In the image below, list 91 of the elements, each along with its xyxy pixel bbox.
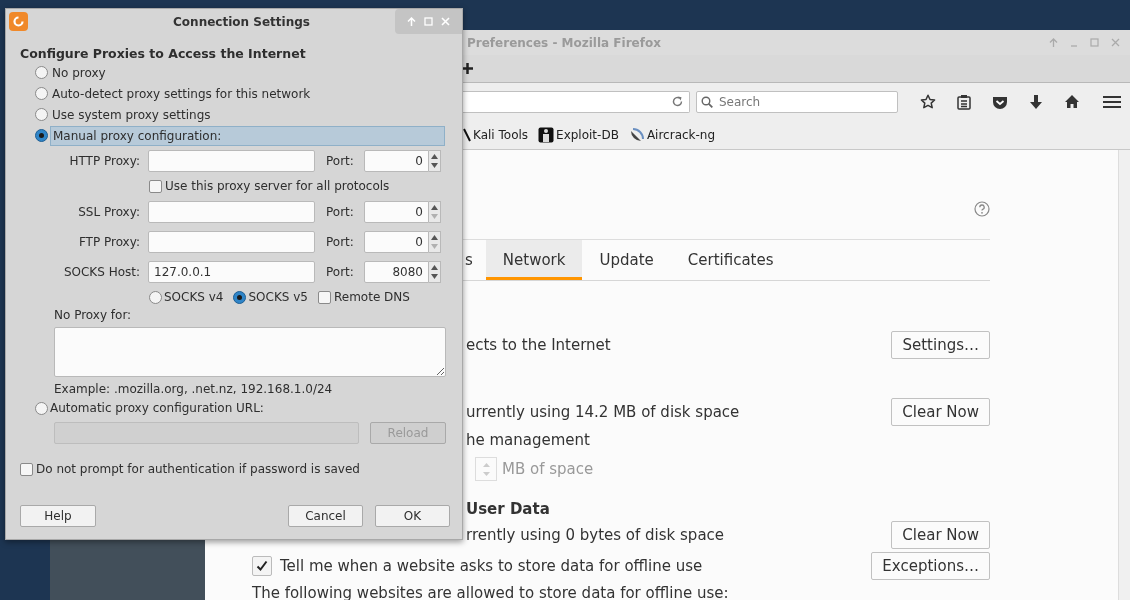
reload-icon bbox=[672, 96, 683, 107]
port-field[interactable]: 0 bbox=[364, 201, 429, 223]
unit-label: MB of space bbox=[502, 458, 594, 480]
action-button[interactable]: Clear Now bbox=[891, 521, 990, 549]
field-label: Port: bbox=[326, 264, 355, 281]
description-text: urrently using 14.2 MB of disk space bbox=[466, 401, 740, 423]
down-arrow-icon bbox=[482, 471, 490, 477]
description-text: he management bbox=[466, 429, 590, 451]
field-label: No Proxy for: bbox=[54, 307, 132, 324]
action-button[interactable]: Exceptions… bbox=[871, 552, 990, 580]
raise-icon[interactable] bbox=[1049, 38, 1058, 47]
checkbox-label: Do not prompt for authentication if password is saved bbox=[36, 461, 360, 478]
radio-button[interactable] bbox=[149, 290, 162, 304]
checkbox-label: Remote DNS bbox=[333, 289, 410, 306]
checkbox-label: Use this proxy server for all protocols bbox=[165, 178, 390, 195]
field-label: FTP Proxy: bbox=[77, 234, 140, 251]
action-button[interactable]: Clear Now bbox=[891, 398, 990, 426]
plus-icon[interactable] bbox=[462, 63, 473, 74]
checkbox[interactable] bbox=[317, 290, 331, 304]
description-text: rrently using 0 bytes of disk space bbox=[466, 524, 725, 546]
field-label: Port: bbox=[326, 204, 355, 221]
close-icon[interactable] bbox=[1111, 38, 1120, 47]
up-arrow-icon[interactable] bbox=[431, 235, 438, 240]
port-field[interactable]: 0 bbox=[364, 231, 429, 253]
field-label: SOCKS Host: bbox=[62, 264, 140, 281]
app-icon bbox=[9, 12, 28, 31]
download-icon[interactable] bbox=[1029, 93, 1043, 110]
home-icon[interactable] bbox=[1064, 94, 1080, 109]
maximize-icon[interactable] bbox=[1090, 38, 1099, 47]
up-arrow-icon[interactable] bbox=[431, 154, 438, 159]
check-icon bbox=[256, 560, 268, 572]
window-title: Connection Settings bbox=[172, 13, 310, 31]
star-icon[interactable] bbox=[920, 93, 936, 110]
radio-label: No proxy bbox=[51, 64, 107, 82]
checkbox[interactable] bbox=[149, 179, 162, 193]
port-field[interactable]: 0 bbox=[364, 150, 429, 172]
description-text: The following websites are allowed to store data for offline use: bbox=[252, 582, 729, 600]
scrollbar[interactable] bbox=[1118, 150, 1130, 600]
bookmark-link[interactable]: Exploit-DB bbox=[538, 125, 619, 144]
section-heading: Configure Proxies to Access the Internet bbox=[20, 46, 307, 62]
bookmark-favicon-icon bbox=[538, 126, 555, 143]
radio-button[interactable] bbox=[35, 87, 48, 100]
radio-label: SOCKS v4 bbox=[164, 289, 224, 306]
shield-icon[interactable] bbox=[992, 94, 1008, 109]
action-button[interactable]: Settings… bbox=[891, 331, 990, 359]
preference-tab[interactable]: s bbox=[465, 240, 486, 280]
dialog-button[interactable]: OK bbox=[375, 505, 450, 527]
radio-button[interactable] bbox=[35, 66, 48, 79]
text-field[interactable] bbox=[148, 231, 315, 253]
up-arrow-icon[interactable] bbox=[431, 265, 438, 270]
dialog-button[interactable]: Cancel bbox=[288, 505, 363, 527]
radio-button[interactable] bbox=[233, 290, 247, 304]
help-icon[interactable] bbox=[974, 201, 990, 217]
radio-label: SOCKS v5 bbox=[248, 289, 308, 306]
description-text: ects to the Internet bbox=[466, 334, 611, 356]
field-label: HTTP Proxy: bbox=[68, 153, 140, 170]
port-field[interactable]: 8080 bbox=[364, 261, 429, 283]
up-arrow-icon bbox=[482, 461, 490, 467]
checkbox-label: Tell me when a website asks to store data for offline use bbox=[280, 555, 703, 577]
menu-icon[interactable] bbox=[1103, 94, 1121, 109]
preference-tab[interactable]: Update bbox=[582, 240, 671, 280]
field-label: Port: bbox=[326, 234, 355, 251]
list-icon[interactable] bbox=[957, 93, 971, 110]
radio-button[interactable] bbox=[35, 129, 48, 142]
window-title: Preferences - Mozilla Firefox bbox=[467, 34, 661, 52]
preference-tab[interactable]: Certificates bbox=[670, 240, 791, 280]
down-arrow-icon[interactable] bbox=[431, 274, 438, 279]
preference-tab[interactable]: Network bbox=[485, 240, 583, 280]
radio-label: Auto-detect proxy settings for this network bbox=[51, 85, 312, 103]
search-icon bbox=[701, 95, 713, 108]
address-field[interactable] bbox=[462, 90, 690, 113]
up-arrow-icon[interactable] bbox=[431, 205, 438, 210]
text-field[interactable]: 127.0.0.1 bbox=[148, 261, 315, 283]
field-label: Port: bbox=[326, 153, 355, 170]
radio-label: Manual proxy configuration: bbox=[50, 125, 445, 146]
checkbox[interactable] bbox=[20, 462, 33, 476]
section-heading: User Data bbox=[466, 498, 550, 520]
dialog-button[interactable]: Help bbox=[20, 505, 96, 527]
radio-label: Automatic proxy configuration URL: bbox=[50, 400, 264, 417]
down-arrow-icon[interactable] bbox=[431, 163, 438, 168]
satellite-dish-icon bbox=[628, 126, 645, 143]
text-area[interactable] bbox=[54, 327, 446, 377]
text-field[interactable] bbox=[148, 201, 315, 223]
bookmark-link[interactable]: Aircrack-ng bbox=[628, 125, 716, 144]
radio-button[interactable] bbox=[35, 108, 48, 121]
field-label: SSL Proxy: bbox=[77, 204, 140, 221]
search-field[interactable]: Search bbox=[696, 90, 898, 113]
radio-label: Use system proxy settings bbox=[51, 106, 212, 124]
text-field[interactable] bbox=[148, 150, 315, 172]
checkbox[interactable] bbox=[252, 556, 272, 576]
hint-text: Example: .mozilla.org, .net.nz, 192.168.1.0/24 bbox=[54, 381, 333, 398]
